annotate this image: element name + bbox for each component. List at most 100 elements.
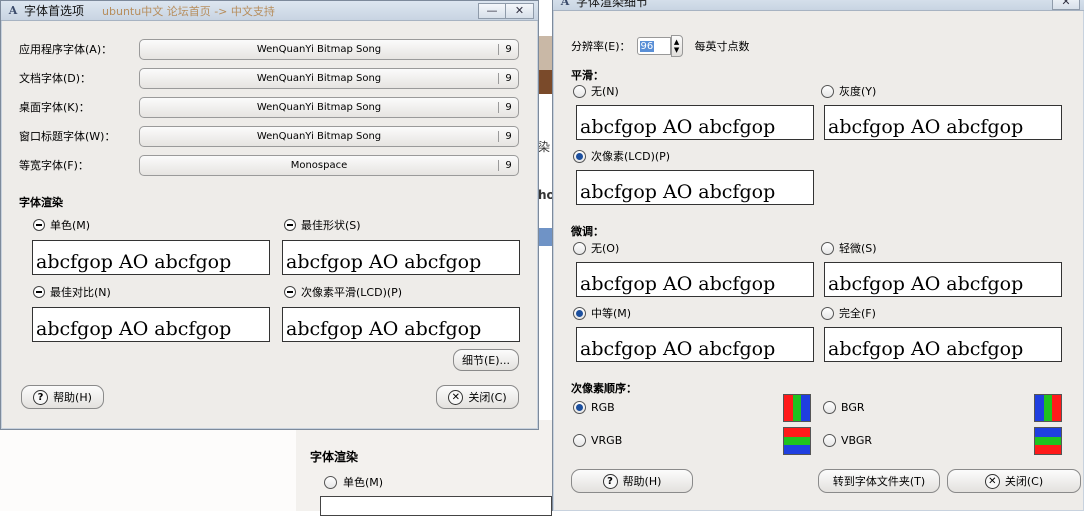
font-row-label: 窗口标题字体(W)： <box>19 130 116 143</box>
font-row-label: 等宽字体(F)： <box>19 159 89 172</box>
background-tab-text: ubuntu中文 论坛首页 -> 中文支持 <box>102 4 275 18</box>
render-option-best-shapes[interactable]: 最佳形状(S) <box>284 217 361 233</box>
help-button[interactable]: ? 帮助(H) <box>21 385 104 409</box>
font-name: Monospace <box>290 159 348 171</box>
dpi-spinner[interactable]: ▲ ▼ <box>670 35 683 57</box>
help-button[interactable]: ? 帮助(H) <box>571 469 693 493</box>
font-name: WenQuanYi Bitmap Song <box>256 130 382 142</box>
help-icon: ? <box>33 389 49 405</box>
font-row-window-title: 窗口标题字体(W)： WenQuanYi Bitmap Song 9 <box>19 125 519 147</box>
window-title-font-button[interactable]: WenQuanYi Bitmap Song 9 <box>139 125 519 147</box>
hinting-none-radio[interactable]: 无(O) <box>573 240 619 256</box>
close-icon: ✕ <box>984 473 1000 489</box>
section-title-smoothing: 平滑： <box>571 69 604 82</box>
help-icon: ? <box>602 473 618 489</box>
font-app-icon: A <box>8 4 18 17</box>
font-name: WenQuanYi Bitmap Song <box>256 43 382 55</box>
font-row-monospace: 等宽字体(F)： Monospace 9 <box>19 154 519 176</box>
dpi-label: 分辨率(E)： <box>571 40 631 53</box>
hinting-full-radio[interactable]: 完全(F) <box>821 305 876 321</box>
dpi-unit: 每英寸点数 <box>694 40 750 53</box>
radio-icon <box>821 84 834 98</box>
radio-selected-icon <box>573 401 586 414</box>
close-icon: ✕ <box>448 389 464 405</box>
document-font-button[interactable]: WenQuanYi Bitmap Song 9 <box>139 67 519 89</box>
sample-best-contrast[interactable]: abcfgop AO abcfgop <box>32 307 270 342</box>
radio-icon <box>823 434 836 447</box>
font-row-label: 应用程序字体(A)： <box>19 43 113 56</box>
close-window-button[interactable]: ✕ <box>1052 0 1080 10</box>
render-option-monochrome[interactable]: 单色(M) <box>33 217 90 233</box>
radio-icon <box>33 219 45 231</box>
section-title-subpixel-order: 次像素顺序： <box>571 382 637 395</box>
dpi-row: 分辨率(E)： 96 ▲ ▼ 每英寸点数 <box>571 35 750 57</box>
radio-icon <box>573 241 586 255</box>
spin-down-icon: ▼ <box>673 46 680 54</box>
radio-icon <box>573 84 586 98</box>
sample-smoothing-none[interactable]: abcfgop AO abcfgop <box>576 105 814 140</box>
titlebar[interactable]: A 字体首选项 ubuntu中文 论坛首页 -> 中文支持 — ✕ <box>1 1 538 21</box>
smoothing-subpixel-radio[interactable]: 次像素(LCD)(P) <box>573 148 670 164</box>
sample-hinting-slight[interactable]: abcfgop AO abcfgop <box>824 262 1062 297</box>
subpixel-rgb-radio[interactable]: RGB <box>573 401 615 414</box>
font-size: 9 <box>498 43 518 55</box>
radio-icon <box>821 306 834 320</box>
bgr-swatch-icon <box>1034 394 1062 422</box>
font-name: WenQuanYi Bitmap Song <box>256 72 382 84</box>
spin-up-icon: ▲ <box>673 38 680 46</box>
smoothing-none-radio[interactable]: 无(N) <box>573 83 619 99</box>
window-title: 字体渲染细节 <box>576 0 649 9</box>
goto-font-folder-button[interactable]: 转到字体文件夹(T) <box>818 469 940 493</box>
render-option-subpixel[interactable]: 次像素平滑(LCD)(P) <box>284 284 402 300</box>
bg-text-fragment: 染 <box>538 140 551 154</box>
font-size: 9 <box>498 101 518 113</box>
sample-smoothing-subpixel[interactable]: abcfgop AO abcfgop <box>576 170 814 205</box>
section-title-hinting: 微调： <box>571 225 604 238</box>
sample-subpixel[interactable]: abcfgop AO abcfgop <box>282 307 520 342</box>
radio-icon <box>284 286 296 298</box>
close-window-button[interactable]: ✕ <box>506 2 534 19</box>
radio-icon <box>573 434 586 447</box>
font-size: 9 <box>498 72 518 84</box>
sample-hinting-none[interactable]: abcfgop AO abcfgop <box>576 262 814 297</box>
font-row-application: 应用程序字体(A)： WenQuanYi Bitmap Song 9 <box>19 38 519 60</box>
vrgb-swatch-icon <box>783 427 811 455</box>
font-size: 9 <box>498 159 518 171</box>
font-app-icon: A <box>560 0 570 8</box>
monospace-font-button[interactable]: Monospace 9 <box>139 154 519 176</box>
subpixel-bgr-radio[interactable]: BGR <box>823 401 865 414</box>
font-row-label: 文档字体(D)： <box>19 72 92 85</box>
sample-monochrome[interactable]: abcfgop AO abcfgop <box>32 240 270 275</box>
titlebar[interactable]: A 字体渲染细节 ✕ <box>553 0 1084 11</box>
subpixel-vbgr-radio[interactable]: VBGR <box>823 434 872 447</box>
radio-selected-icon <box>573 149 586 163</box>
vbgr-swatch-icon <box>1034 427 1062 455</box>
radio-selected-icon <box>573 306 586 320</box>
window-title: 字体首选项 <box>24 4 85 18</box>
bg-section-title: 字体渲染 <box>310 450 359 464</box>
close-button[interactable]: ✕ 关闭(C) <box>947 469 1081 493</box>
bg-radio-mono[interactable]: 单色(M) <box>324 474 383 490</box>
radio-icon <box>284 219 296 231</box>
sample-smoothing-grayscale[interactable]: abcfgop AO abcfgop <box>824 105 1062 140</box>
sample-hinting-full[interactable]: abcfgop AO abcfgop <box>824 327 1062 362</box>
close-icon: ✕ <box>1061 0 1071 8</box>
hinting-slight-radio[interactable]: 轻微(S) <box>821 240 877 256</box>
sample-hinting-medium[interactable]: abcfgop AO abcfgop <box>576 327 814 362</box>
details-button[interactable]: 细节(E)... <box>453 349 519 371</box>
close-button[interactable]: ✕ 关闭(C) <box>436 385 519 409</box>
desktop-font-button[interactable]: WenQuanYi Bitmap Song 9 <box>139 96 519 118</box>
hinting-medium-radio[interactable]: 中等(M) <box>573 305 631 321</box>
render-option-best-contrast[interactable]: 最佳对比(N) <box>33 284 111 300</box>
close-icon: ✕ <box>514 4 525 17</box>
font-row-label: 桌面字体(K)： <box>19 101 90 114</box>
bg-sample-box <box>320 496 552 516</box>
dpi-input[interactable]: 96 <box>636 37 671 55</box>
application-font-button[interactable]: WenQuanYi Bitmap Song 9 <box>139 38 519 60</box>
smoothing-grayscale-radio[interactable]: 灰度(Y) <box>821 83 876 99</box>
font-size: 9 <box>498 130 518 142</box>
radio-icon <box>324 475 337 489</box>
sample-best-shapes[interactable]: abcfgop AO abcfgop <box>282 240 520 275</box>
minimize-button[interactable]: — <box>478 2 506 19</box>
subpixel-vrgb-radio[interactable]: VRGB <box>573 434 622 447</box>
